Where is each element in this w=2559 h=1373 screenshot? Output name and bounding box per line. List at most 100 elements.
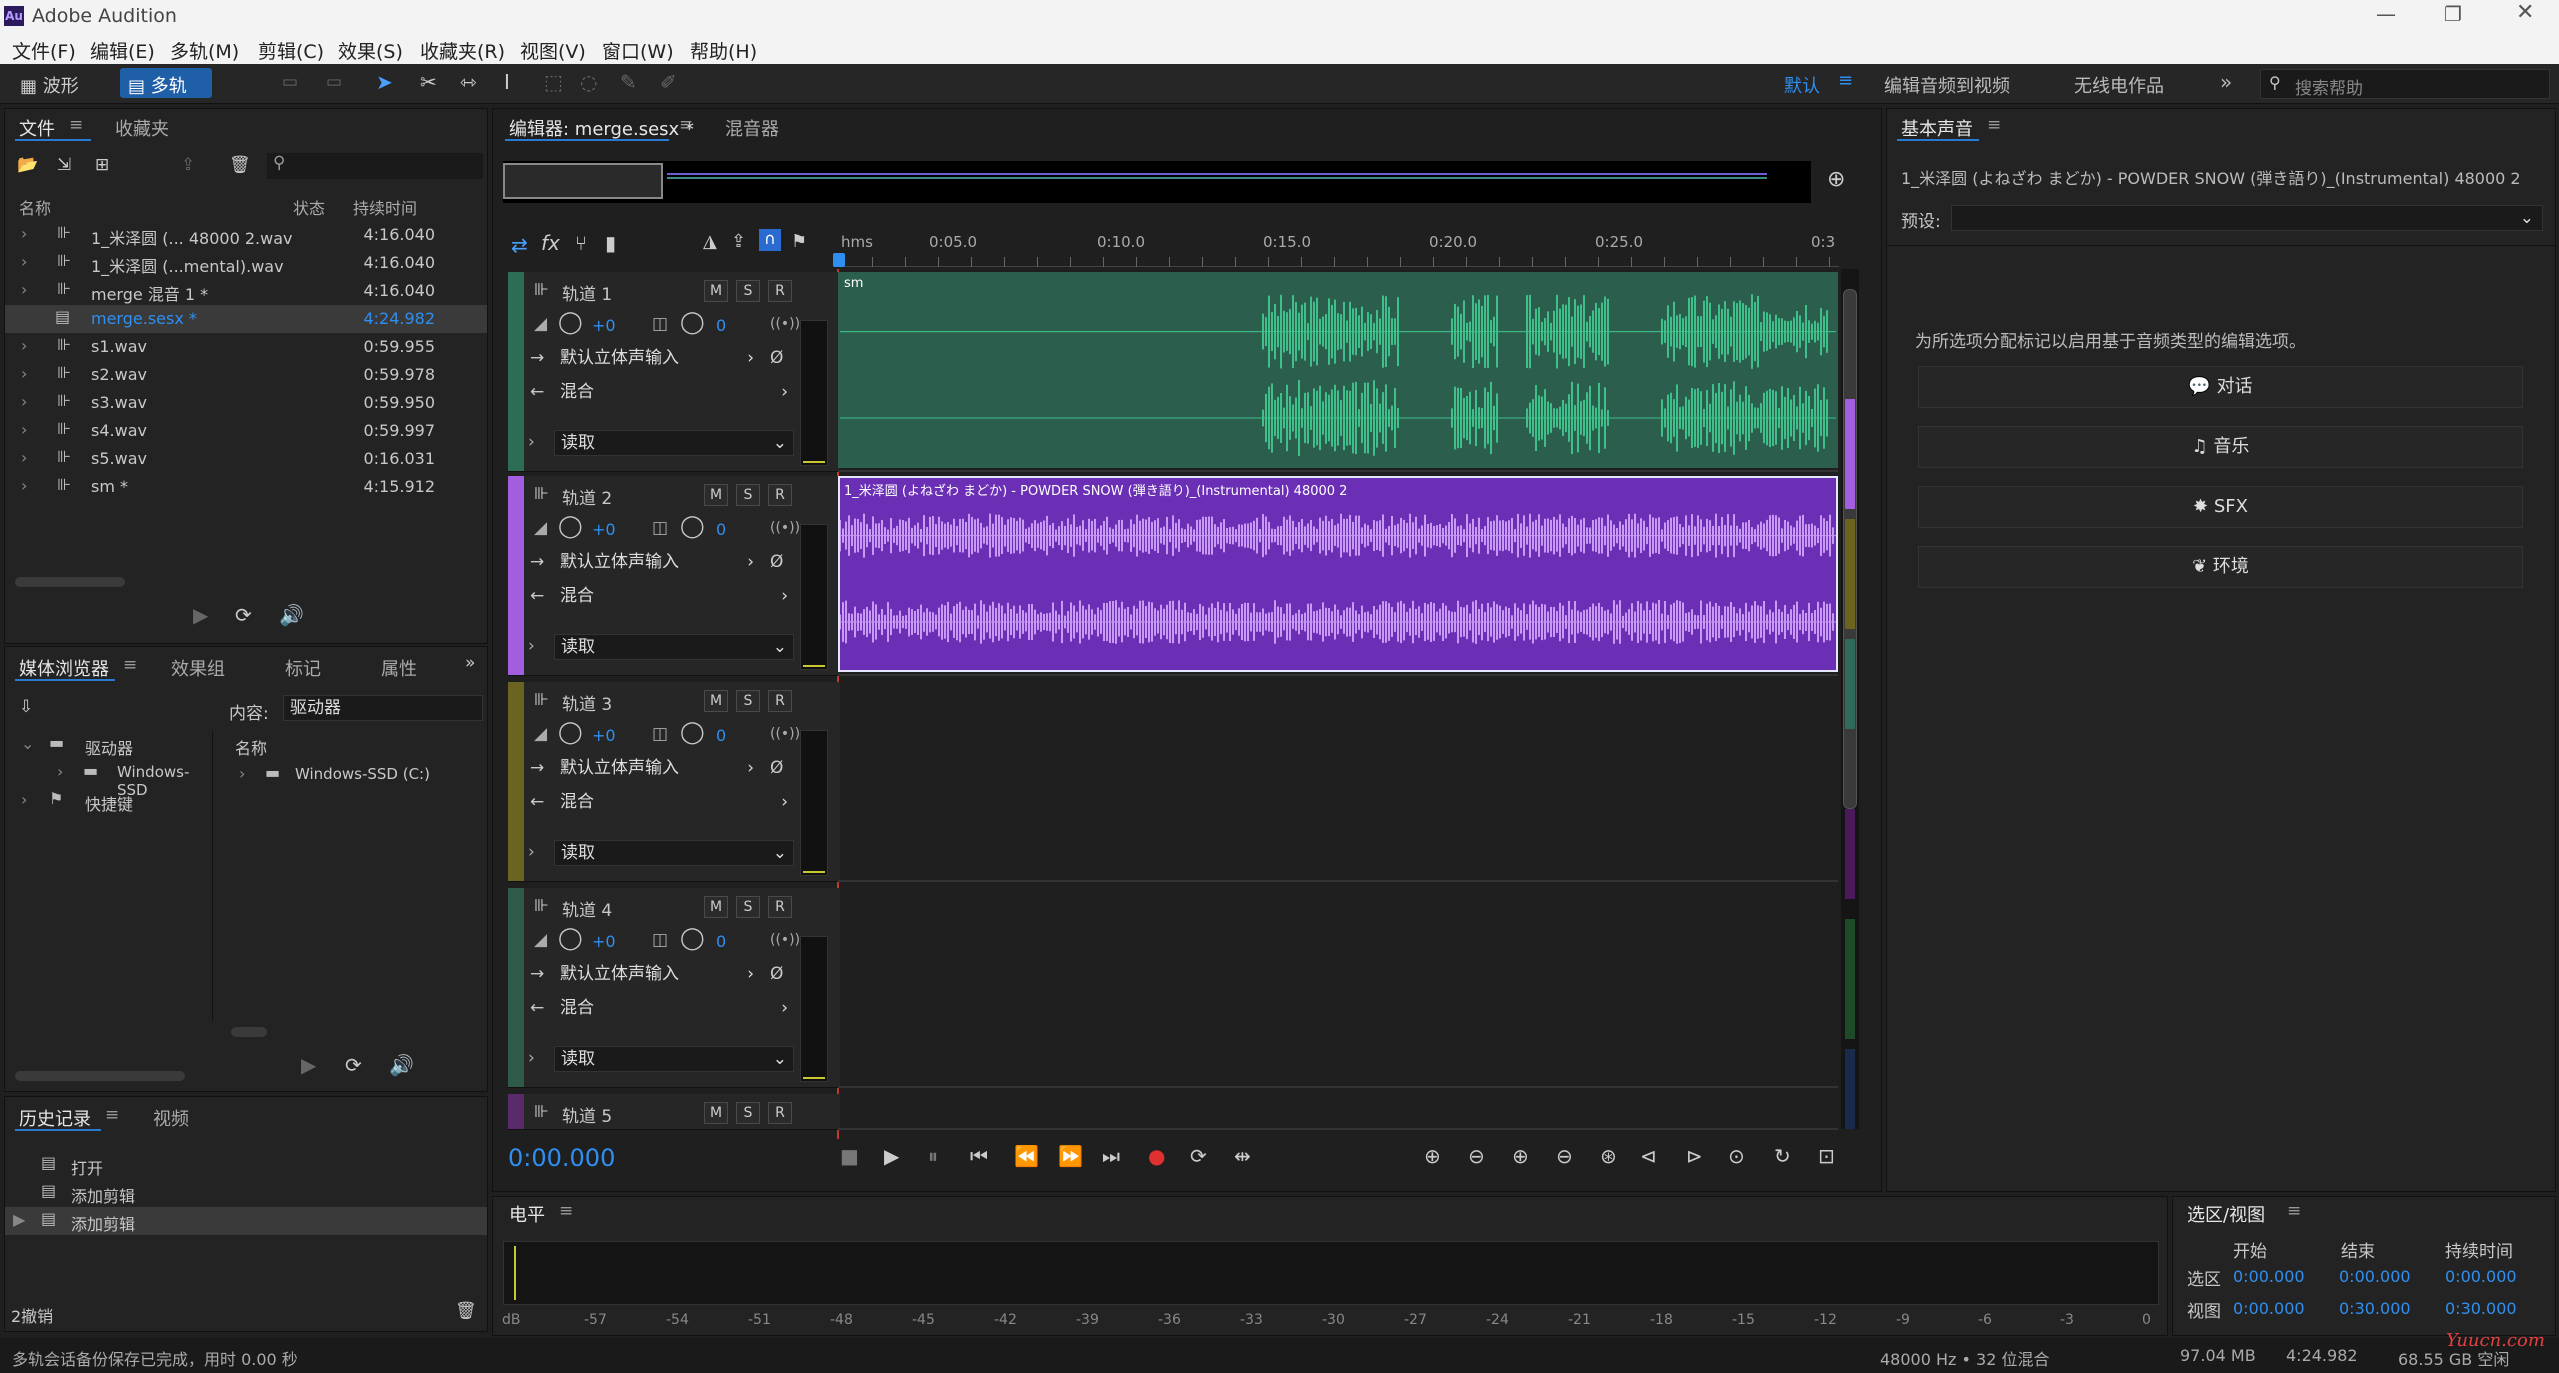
automation-mode-dropdown[interactable]: 读取 ⌄ [554, 430, 794, 456]
fx-icon[interactable]: fx [541, 231, 560, 255]
media-loop-icon[interactable]: ⟳ [345, 1053, 362, 1077]
file-row[interactable]: › ⊪ s4.wav 0:59.997 [5, 417, 487, 445]
menu-help[interactable]: 帮助(H) [690, 37, 757, 64]
automation-mode-dropdown[interactable]: 读取 ⌄ [554, 1046, 794, 1072]
volume-knob[interactable]: ◯ [558, 514, 583, 539]
output-dropdown[interactable]: 混合 › [554, 996, 794, 1022]
tab-editor[interactable]: 编辑器: merge.sesx * [509, 115, 694, 141]
time-selection-icon[interactable]: I [504, 70, 510, 94]
marquee-icon[interactable]: ⬚ [544, 70, 563, 94]
editor-menu-icon[interactable]: ≡ [679, 115, 693, 135]
tab-properties[interactable]: 属性 [381, 655, 417, 681]
track-name[interactable]: 轨道 1 [562, 280, 612, 305]
go-start-icon[interactable]: ⏮ [970, 1144, 988, 1168]
file-row-selected[interactable]: ▤ merge.sesx * 4:24.982 [5, 305, 487, 333]
expand-icon[interactable]: › [528, 842, 535, 862]
stereo-icon[interactable]: ((•)) [770, 932, 800, 948]
phase-icon[interactable]: Ø [770, 552, 783, 572]
loop-playback-icon[interactable]: ⟳ [1190, 1144, 1207, 1168]
stereo-icon[interactable]: ((•)) [770, 316, 800, 332]
tree-item-windows-ssd[interactable]: › ▬ Windows-SSD [9, 759, 212, 799]
track-lane[interactable] [838, 888, 1838, 1088]
menu-window[interactable]: 窗口(W) [602, 37, 674, 64]
track-header[interactable]: ⊪ 轨道 2 M S R ◢ ◯ +0 ◫ ◯ 0 ((•)) → 默认立体声输入… [508, 476, 840, 676]
record-arm-button[interactable]: R [768, 896, 792, 918]
volume-value[interactable]: +0 [592, 726, 616, 745]
files-search-input[interactable]: ⚲ [267, 153, 483, 179]
search-help-box[interactable]: ⚲ 搜索帮助 [2260, 69, 2550, 99]
output-dropdown[interactable]: 混合 › [554, 790, 794, 816]
phase-icon[interactable]: Ø [770, 964, 783, 984]
menu-effects[interactable]: 效果(S) [338, 37, 403, 64]
track-name[interactable]: 轨道 5 [562, 1102, 612, 1127]
view-start[interactable]: 0:00.000 [2233, 1299, 2305, 1318]
history-menu-icon[interactable]: ≡ [105, 1105, 119, 1125]
brush-icon[interactable]: ✎ [620, 70, 637, 94]
view-duration[interactable]: 0:30.000 [2445, 1299, 2517, 1318]
files-menu-icon[interactable]: ≡ [69, 115, 83, 135]
zoom-in-point-icon[interactable]: ⊲ [1640, 1144, 1657, 1168]
input-dropdown[interactable]: 默认立体声输入 › [554, 756, 760, 782]
input-dropdown[interactable]: 默认立体声输入 › [554, 346, 760, 372]
phase-icon[interactable]: Ø [770, 758, 783, 778]
pan-value[interactable]: 0 [716, 520, 726, 539]
output-dropdown[interactable]: 混合 › [554, 380, 794, 406]
solo-button[interactable]: S [736, 690, 760, 712]
record-arm-button[interactable]: R [768, 1102, 792, 1124]
selection-end[interactable]: 0:00.000 [2339, 1267, 2411, 1286]
mute-button[interactable]: M [704, 690, 728, 712]
track-lane[interactable]: 1_米泽圆 (よねざわ まどか) - POWDER SNOW (弾き語り)_(I… [838, 476, 1838, 676]
session-overview[interactable] [503, 161, 1811, 203]
input-dropdown[interactable]: 默认立体声输入 › [554, 550, 760, 576]
magnet-icon[interactable]: ∩ [759, 229, 781, 251]
zoom-in-time-icon[interactable]: ⊕ [1512, 1144, 1529, 1168]
track-header[interactable]: ⊪ 轨道 4 M S R ◢ ◯ +0 ◫ ◯ 0 ((•)) → 默认立体声输入… [508, 888, 840, 1088]
header-duration[interactable]: 持续时间 [353, 195, 417, 219]
menu-favorites[interactable]: 收藏夹(R) [420, 37, 505, 64]
drive-row[interactable]: › ▬ Windows-SSD (C:) [229, 761, 479, 789]
play-icon[interactable]: ▶ [884, 1144, 899, 1168]
expand-icon[interactable]: › [528, 636, 535, 656]
media-play-icon[interactable]: ▶ [301, 1053, 316, 1077]
skip-icon[interactable]: ⇹ [1234, 1144, 1251, 1168]
automation-mode-dropdown[interactable]: 读取 ⌄ [554, 634, 794, 660]
automation-mode-dropdown[interactable]: 读取 ⌄ [554, 840, 794, 866]
stereo-icon[interactable]: ((•)) [770, 520, 800, 536]
pan-value[interactable]: 0 [716, 932, 726, 951]
output-dropdown[interactable]: 混合 › [554, 584, 794, 610]
track-scrollbar[interactable] [1841, 269, 1859, 1129]
menu-edit[interactable]: 编辑(E) [90, 37, 155, 64]
zoom-selection-icon[interactable]: ⊙ [1728, 1144, 1745, 1168]
spectral-icon[interactable]: ▭ [282, 72, 298, 92]
tab-markers[interactable]: 标记 [285, 655, 321, 681]
tab-media-browser[interactable]: 媒体浏览器 [19, 655, 109, 681]
razor-tool-icon[interactable]: ✂ [420, 70, 437, 94]
delete-icon[interactable]: 🗑 [229, 155, 251, 175]
solo-button[interactable]: S [736, 1102, 760, 1124]
multitrack-view-button[interactable]: ▤ 多轨 [120, 68, 212, 98]
maximize-icon[interactable]: ❐ [2444, 2, 2462, 26]
zoom-full-icon[interactable]: ⊛ [1600, 1144, 1617, 1168]
media-name-header[interactable]: 名称 [235, 735, 267, 759]
open-file-icon[interactable]: 📂 [17, 155, 38, 175]
play-icon[interactable]: ▶ [193, 603, 208, 627]
track-header[interactable]: ⊪ 轨道 5 M S R [508, 1094, 840, 1130]
expand-icon[interactable]: › [528, 1048, 535, 1068]
mute-button[interactable]: M [704, 484, 728, 506]
volume-knob[interactable]: ◯ [558, 926, 583, 951]
sends-icon[interactable]: ⑂ [575, 231, 587, 255]
pan-knob[interactable]: ◯ [680, 926, 705, 951]
menu-file[interactable]: 文件(F) [12, 37, 76, 64]
selection-menu-icon[interactable]: ≡ [2287, 1201, 2301, 1221]
file-row[interactable]: › ⊪ s5.wav 0:16.031 [5, 445, 487, 473]
input-output-icon[interactable]: ⇄ [511, 233, 528, 257]
go-end-icon[interactable]: ⏭ [1102, 1144, 1120, 1168]
workspace-edit-video[interactable]: 编辑音频到视频 [1884, 72, 2010, 98]
media-hscrollbar[interactable] [15, 1071, 185, 1081]
menu-clip[interactable]: 剪辑(C) [258, 37, 324, 64]
current-time[interactable]: 0:00.000 [508, 1144, 615, 1172]
playhead-handle[interactable] [833, 253, 845, 267]
lasso-icon[interactable]: ◌ [580, 70, 597, 94]
mute-button[interactable]: M [704, 1102, 728, 1124]
mute-button[interactable]: M [704, 896, 728, 918]
